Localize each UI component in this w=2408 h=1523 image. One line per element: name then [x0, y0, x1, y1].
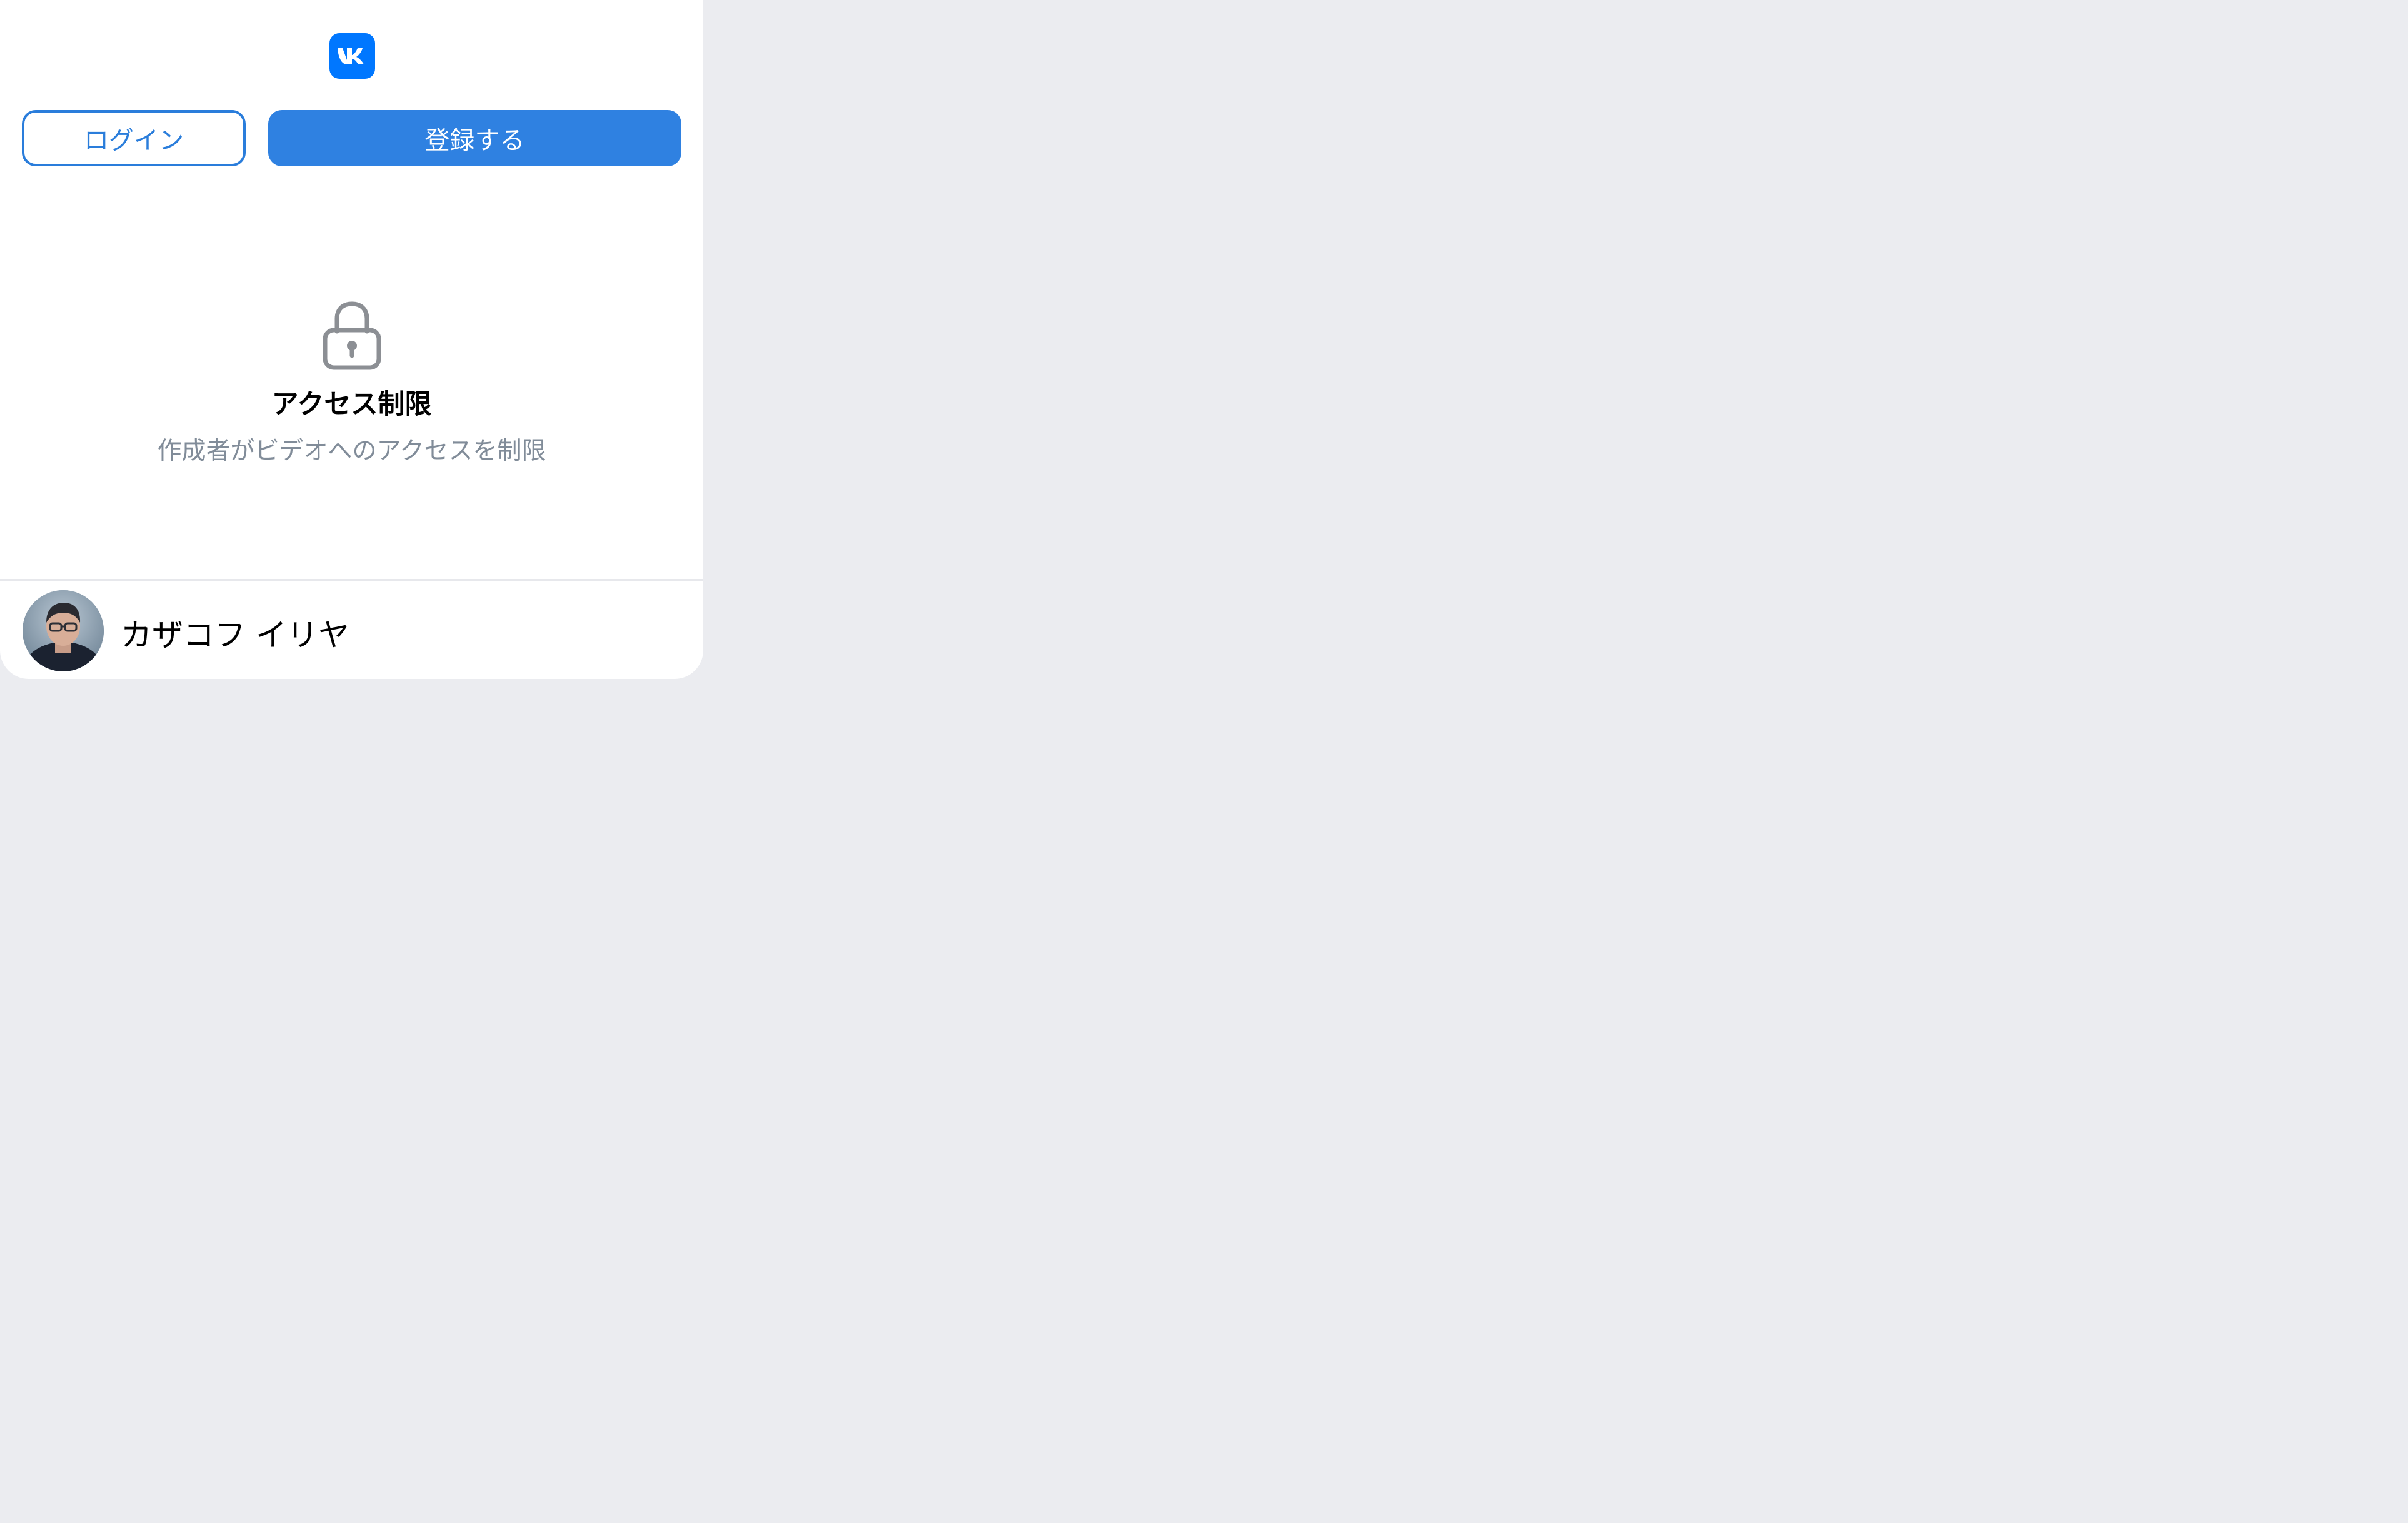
- login-button[interactable]: ログイン: [22, 110, 246, 166]
- lock-icon: [323, 301, 381, 370]
- divider: [0, 579, 703, 581]
- access-restricted-message: 作成者がビデオへのアクセスを制限: [157, 437, 546, 465]
- video-panel: ログイン 登録する アクセス制限 作成者がビデオへのアクセスを制限 カザコフ イ…: [0, 0, 703, 679]
- vk-logo-icon[interactable]: [329, 33, 375, 79]
- register-button[interactable]: 登録する: [268, 110, 681, 166]
- access-restricted-title: アクセス制限: [271, 389, 432, 420]
- author-name[interactable]: カザコフ イリヤ: [121, 610, 349, 655]
- author-avatar[interactable]: [23, 590, 104, 671]
- avatar-image: [23, 590, 104, 671]
- vk-logo-glyph: [337, 48, 364, 64]
